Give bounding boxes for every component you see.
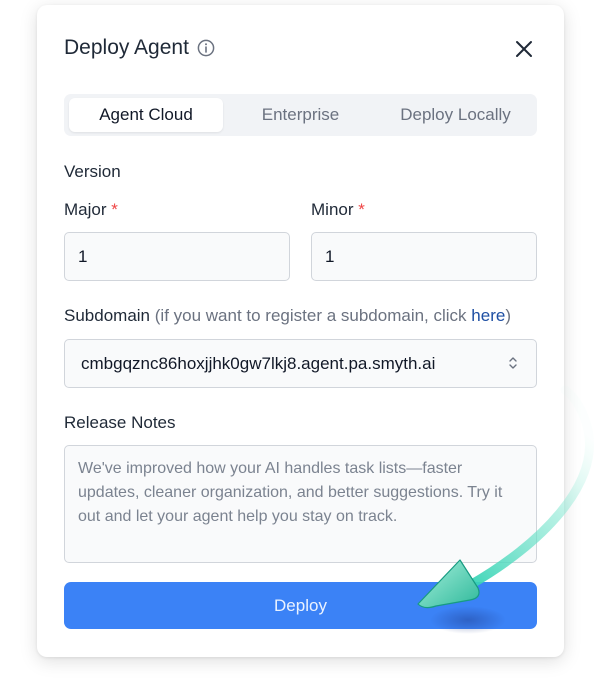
subdomain-hint-prefix: (if you want to register a subdomain, cl… bbox=[154, 306, 472, 325]
register-subdomain-link[interactable]: here bbox=[471, 306, 505, 325]
minor-version-input[interactable]: 1 bbox=[311, 232, 537, 281]
release-notes-label: Release Notes bbox=[64, 413, 176, 432]
tab-deploy-locally[interactable]: Deploy Locally bbox=[378, 98, 533, 132]
major-label: Major * bbox=[64, 200, 118, 220]
dialog-title: Deploy Agent bbox=[64, 36, 189, 59]
subdomain-hint-suffix: ) bbox=[505, 306, 511, 325]
close-icon[interactable] bbox=[513, 38, 535, 60]
info-icon[interactable] bbox=[197, 39, 215, 57]
release-notes-textarea[interactable]: We've improved how your AI handles task … bbox=[64, 445, 537, 563]
subdomain-value: cmbgqznc86hoxjjhk0gw7lkj8.agent.pa.smyth… bbox=[81, 353, 436, 373]
version-label: Version bbox=[64, 162, 121, 181]
tab-agent-cloud[interactable]: Agent Cloud bbox=[69, 98, 223, 132]
dialog-header: Deploy Agent bbox=[64, 36, 215, 60]
minor-label: Minor * bbox=[311, 200, 365, 220]
chevron-up-down-icon bbox=[508, 354, 518, 372]
deploy-target-tabs: Agent Cloud Enterprise Deploy Locally bbox=[64, 94, 537, 136]
required-mark: * bbox=[111, 200, 118, 219]
deploy-button[interactable]: Deploy bbox=[64, 582, 537, 629]
major-version-input[interactable]: 1 bbox=[64, 232, 290, 281]
tab-enterprise[interactable]: Enterprise bbox=[223, 98, 378, 132]
required-mark: * bbox=[358, 200, 365, 219]
major-label-text: Major bbox=[64, 200, 107, 219]
deploy-agent-dialog: Deploy Agent Agent Cloud Enterprise Depl… bbox=[37, 5, 564, 657]
subdomain-select[interactable]: cmbgqznc86hoxjjhk0gw7lkj8.agent.pa.smyth… bbox=[64, 339, 537, 388]
subdomain-label-text: Subdomain bbox=[64, 306, 151, 325]
minor-label-text: Minor bbox=[311, 200, 354, 219]
subdomain-label: Subdomain (if you want to register a sub… bbox=[64, 306, 511, 326]
subdomain-hint: (if you want to register a subdomain, cl… bbox=[155, 306, 511, 325]
